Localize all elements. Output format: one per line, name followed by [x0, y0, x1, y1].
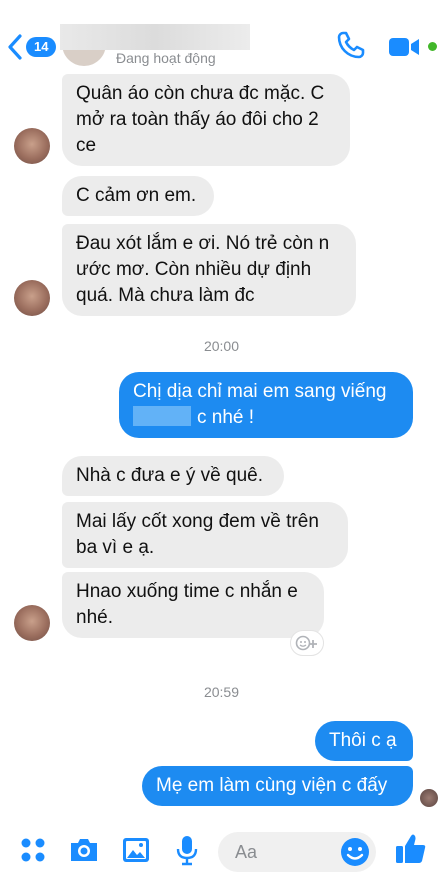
- contact-name-redacted[interactable]: [60, 24, 250, 50]
- microphone-icon[interactable]: [171, 834, 203, 866]
- outgoing-message[interactable]: Chị dịa chỉ mai em sang viếng c nhé !: [119, 372, 413, 438]
- add-reaction-button[interactable]: [290, 630, 324, 656]
- incoming-message[interactable]: C cảm ơn em.: [62, 176, 214, 216]
- composer-bar: Aa: [0, 826, 443, 876]
- sender-avatar[interactable]: [14, 605, 50, 641]
- back-chevron-icon: [8, 34, 22, 60]
- incoming-message[interactable]: Đau xót lắm e ơi. Nó trẻ còn n ước mơ. C…: [62, 224, 356, 316]
- outgoing-message[interactable]: Thôi c ạ: [315, 721, 413, 761]
- timestamp: 20:00: [203, 338, 240, 354]
- seen-indicator-avatar: [420, 789, 438, 807]
- video-camera-icon[interactable]: [388, 36, 420, 58]
- incoming-message[interactable]: Hnao xuống time c nhắn e nhé.: [62, 572, 324, 638]
- online-indicator: [428, 42, 437, 51]
- thumbs-up-icon[interactable]: [394, 832, 428, 866]
- message-text: Chị dịa chỉ mai em sang viếng: [133, 381, 387, 402]
- back-button[interactable]: 14: [6, 30, 62, 64]
- photo-icon[interactable]: [120, 834, 152, 866]
- phone-icon[interactable]: [336, 30, 366, 60]
- unread-badge: 14: [26, 37, 57, 57]
- active-status: Đang hoạt động: [116, 50, 216, 66]
- sender-avatar[interactable]: [14, 280, 50, 316]
- camera-icon[interactable]: [68, 834, 100, 866]
- incoming-message[interactable]: Quân áo còn chưa đc mặc. C mở ra toàn th…: [62, 74, 350, 166]
- emoji-icon[interactable]: [339, 836, 371, 868]
- sender-avatar[interactable]: [14, 128, 50, 164]
- incoming-message[interactable]: Mai lấy cốt xong đem về trên ba vì e ạ.: [62, 502, 348, 568]
- outgoing-message[interactable]: Mẹ em làm cùng viện c đấy: [142, 766, 413, 806]
- menu-dots-icon[interactable]: [17, 834, 49, 866]
- conversation-header: 14 Đang hoạt động: [0, 0, 443, 70]
- incoming-message[interactable]: Nhà c đưa e ý về quê.: [62, 456, 284, 496]
- input-placeholder: Aa: [235, 841, 258, 862]
- redacted-text: [133, 406, 191, 426]
- message-text: c nhé !: [197, 407, 255, 428]
- timestamp: 20:59: [203, 684, 240, 700]
- add-reaction-icon: [295, 635, 317, 651]
